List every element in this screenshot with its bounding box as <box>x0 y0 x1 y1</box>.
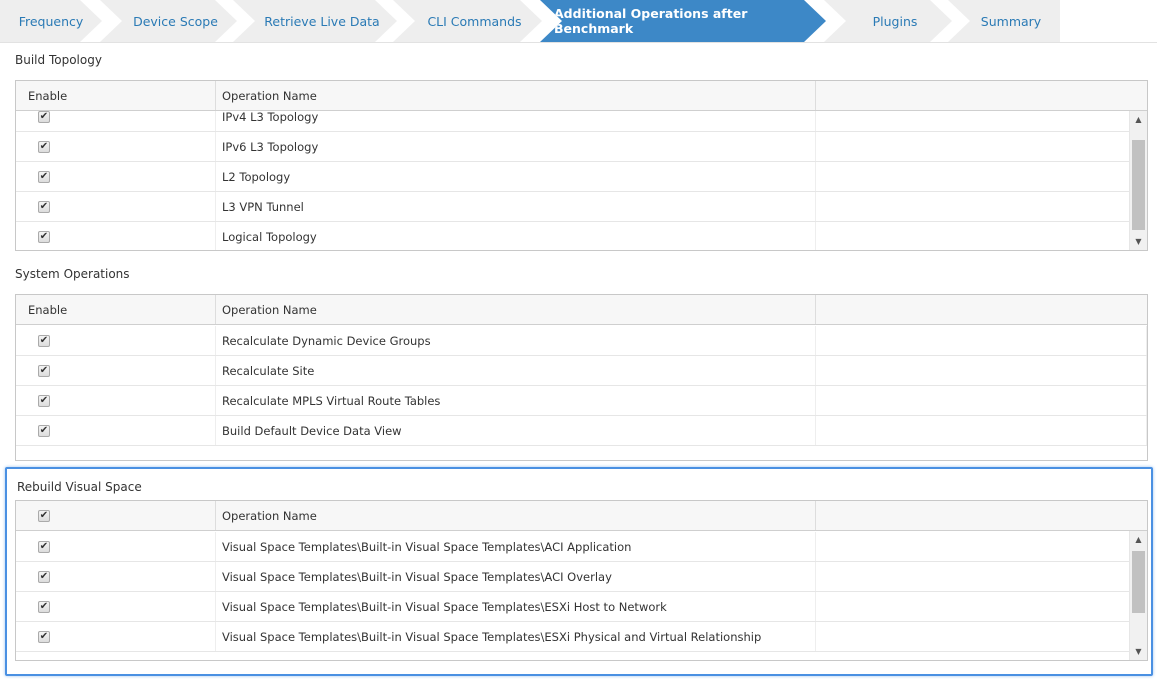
scroll-up-icon[interactable]: ▲ <box>1130 535 1147 544</box>
tab-frequency[interactable]: Frequency <box>0 0 102 42</box>
grid-body: ✔ IPv4 L3 Topology ✔ IPv6 L3 Topology ✔ L2 To… <box>16 111 1147 250</box>
scrollbar[interactable]: ▲ ▼ <box>1129 531 1147 660</box>
header-operation-name[interactable]: Operation Name <box>216 81 816 110</box>
rebuild-visual-space-grid: ✔ Operation Name ✔ Visual Space Templates\B… <box>15 500 1148 661</box>
section-title-rebuild-visual-space: Rebuild Visual Space <box>17 480 142 494</box>
scrollbar[interactable]: ▲ ▼ <box>1129 111 1147 250</box>
header-select-all[interactable]: ✔ <box>16 501 216 530</box>
checkbox[interactable]: ✔ <box>38 140 50 153</box>
checkbox[interactable]: ✔ <box>38 230 50 243</box>
checkbox[interactable]: ✔ <box>38 509 50 522</box>
divider <box>0 42 1157 43</box>
grid-header: Enable Operation Name <box>16 295 1147 325</box>
scroll-down-icon[interactable]: ▼ <box>1130 647 1147 656</box>
checkbox[interactable]: ✔ <box>38 170 50 183</box>
table-row[interactable]: ✔ Visual Space Templates\Built-in Visual … <box>16 532 1147 562</box>
checkbox[interactable]: ✔ <box>38 334 50 347</box>
operation-name: Recalculate Dynamic Device Groups <box>216 326 816 355</box>
header-empty <box>816 81 1147 110</box>
tab-cli-commands[interactable]: CLI Commands <box>393 0 542 42</box>
scroll-up-icon[interactable]: ▲ <box>1130 115 1147 124</box>
operation-name: Visual Space Templates\Built-in Visual S… <box>216 622 816 651</box>
table-row[interactable]: ✔ L3 VPN Tunnel <box>16 192 1147 222</box>
operation-name: Recalculate MPLS Virtual Route Tables <box>216 386 816 415</box>
section-title-build-topology: Build Topology <box>15 53 102 67</box>
operation-name: Visual Space Templates\Built-in Visual S… <box>216 532 816 561</box>
table-row[interactable]: ✔ Logical Topology <box>16 222 1147 250</box>
grid-body: ✔ Visual Space Templates\Built-in Visual … <box>16 531 1147 660</box>
operation-name: L3 VPN Tunnel <box>216 192 816 221</box>
operation-name: Recalculate Site <box>216 356 816 385</box>
table-row[interactable]: ✔ Visual Space Templates\Built-in Visual … <box>16 562 1147 592</box>
checkbox[interactable]: ✔ <box>38 424 50 437</box>
operation-name: L2 Topology <box>216 162 816 191</box>
header-empty <box>816 501 1147 530</box>
scroll-thumb[interactable] <box>1132 551 1145 613</box>
tab-retrieve-live-data[interactable]: Retrieve Live Data <box>233 0 397 42</box>
table-row[interactable]: ✔ L2 Topology <box>16 162 1147 192</box>
grid-header: Enable Operation Name <box>16 81 1147 111</box>
table-row[interactable]: ✔ Recalculate Dynamic Device Groups <box>16 326 1147 356</box>
table-row[interactable]: ✔ Build Default Device Data View <box>16 416 1147 446</box>
operation-name: IPv6 L3 Topology <box>216 132 816 161</box>
operation-name: Visual Space Templates\Built-in Visual S… <box>216 562 816 591</box>
operation-name: Build Default Device Data View <box>216 416 816 445</box>
grid-header: ✔ Operation Name <box>16 501 1147 531</box>
scroll-down-icon[interactable]: ▼ <box>1130 237 1147 246</box>
tab-additional-operations-after-benchmark[interactable]: Additional Operations after Benchmark <box>540 0 826 42</box>
checkbox[interactable]: ✔ <box>38 570 50 583</box>
table-row[interactable]: ✔ IPv6 L3 Topology <box>16 132 1147 162</box>
header-enable[interactable]: Enable <box>16 81 216 110</box>
checkbox[interactable]: ✔ <box>38 540 50 553</box>
table-row[interactable]: ✔ IPv4 L3 Topology <box>16 111 1147 132</box>
header-operation-name[interactable]: Operation Name <box>216 501 816 530</box>
build-topology-grid: Enable Operation Name ✔ IPv4 L3 Topology ✔ IP… <box>15 80 1148 251</box>
checkbox[interactable]: ✔ <box>38 200 50 213</box>
tab-device-scope[interactable]: Device Scope <box>100 0 237 42</box>
operation-name: IPv4 L3 Topology <box>216 111 816 131</box>
checkbox[interactable]: ✔ <box>38 600 50 613</box>
checkbox[interactable]: ✔ <box>38 111 50 123</box>
grid-body: ✔ Recalculate Dynamic Device Groups ✔ Recal… <box>16 325 1147 460</box>
header-operation-name[interactable]: Operation Name <box>216 295 816 324</box>
system-operations-grid: Enable Operation Name ✔ Recalculate Dynamic… <box>15 294 1148 461</box>
section-title-system-operations: System Operations <box>15 267 130 281</box>
checkbox[interactable]: ✔ <box>38 630 50 643</box>
checkbox[interactable]: ✔ <box>38 394 50 407</box>
table-row[interactable]: ✔ Recalculate MPLS Virtual Route Tables <box>16 386 1147 416</box>
table-row[interactable]: ✔ Visual Space Templates\Built-in Visual … <box>16 592 1147 622</box>
tab-plugins[interactable]: Plugins <box>824 0 952 42</box>
table-row[interactable]: ✔ Visual Space Templates\Built-in Visual … <box>16 622 1147 652</box>
tab-summary[interactable]: Summary <box>948 0 1060 42</box>
checkbox[interactable]: ✔ <box>38 364 50 377</box>
operation-name: Visual Space Templates\Built-in Visual S… <box>216 592 816 621</box>
operation-name: Logical Topology <box>216 222 816 250</box>
header-enable[interactable]: Enable <box>16 295 216 324</box>
wizard-steps: Frequency Device Scope Retrieve Live Data C… <box>0 0 1060 42</box>
header-empty <box>816 295 1147 324</box>
scroll-thumb[interactable] <box>1132 140 1145 230</box>
table-row[interactable]: ✔ Recalculate Site <box>16 356 1147 386</box>
